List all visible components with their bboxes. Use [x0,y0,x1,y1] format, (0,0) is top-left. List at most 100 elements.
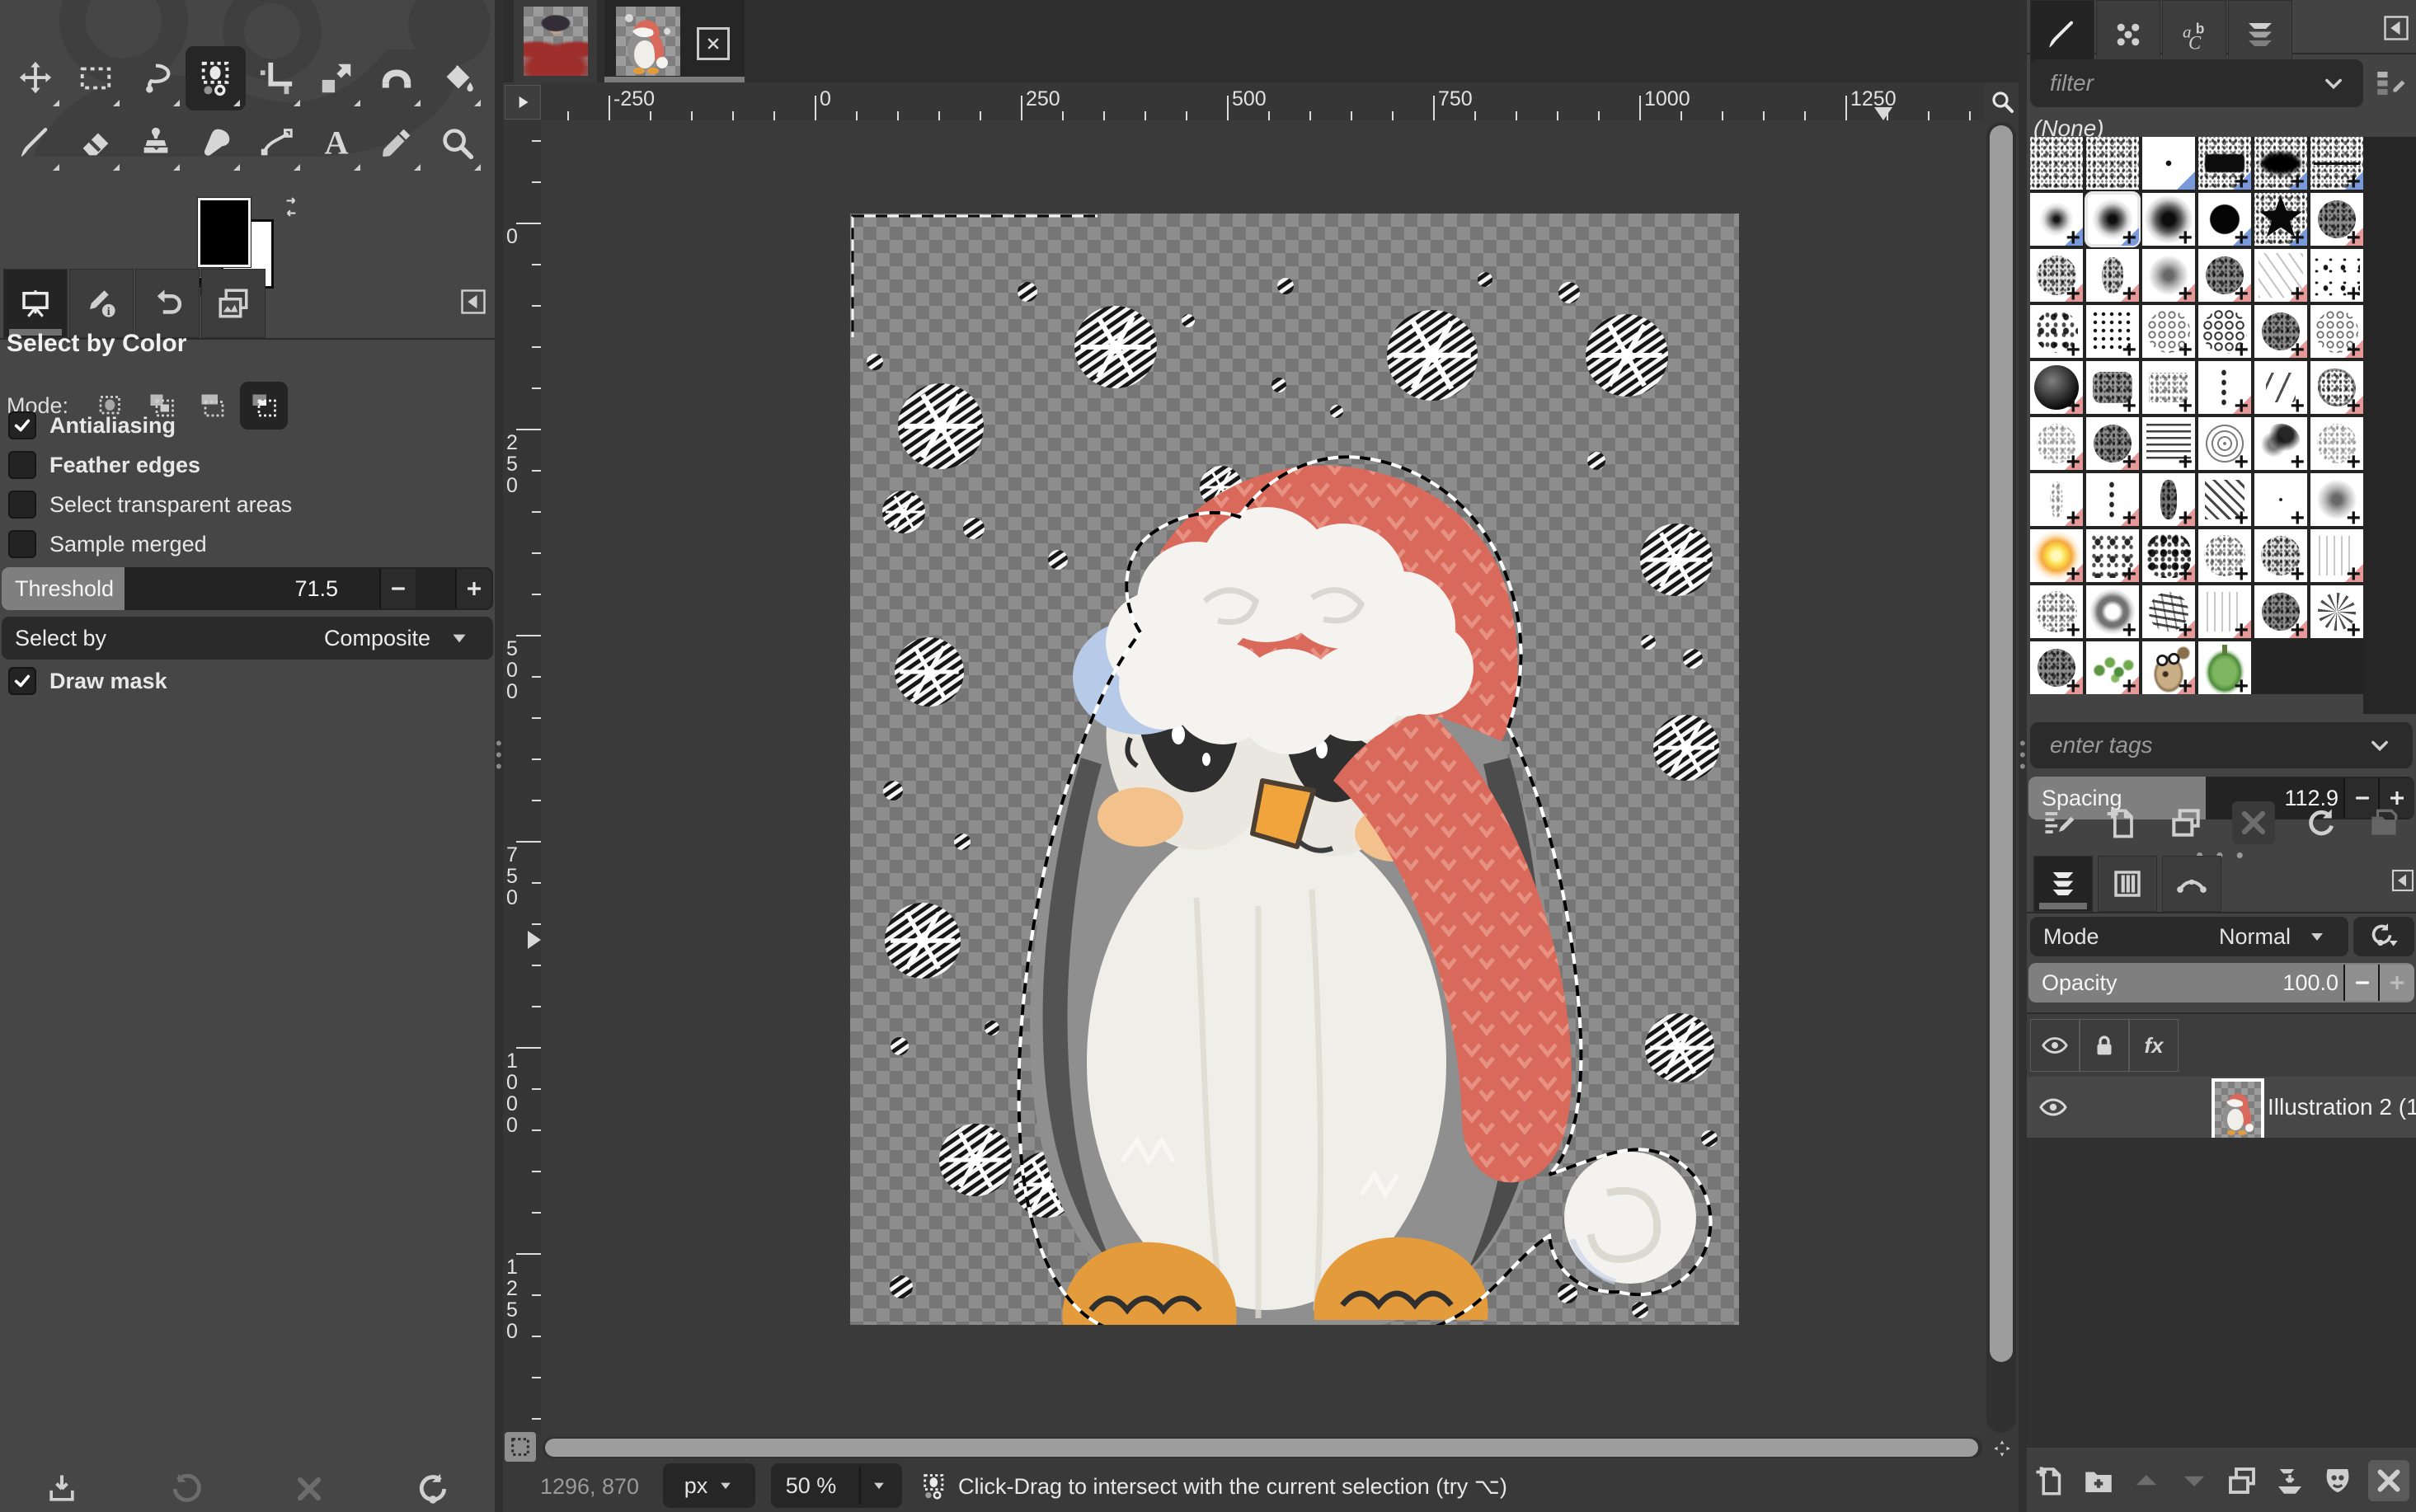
edit-brush-button[interactable] [2041,805,2077,841]
merge-down-button[interactable] [2273,1463,2307,1498]
tool-smudge[interactable] [186,110,246,175]
layer-mode-dropdown[interactable]: Mode Normal [2030,917,2348,956]
brush-cell[interactable]: + [2310,249,2363,302]
add-mask-button[interactable] [2320,1463,2355,1498]
brush-view-mode-icon[interactable] [2373,64,2408,102]
tool-unified-transform[interactable] [306,46,366,110]
image-tab-person[interactable] [514,0,597,82]
brush-cell[interactable]: + [2142,529,2195,582]
brush-cell[interactable]: + [2310,361,2363,414]
tool-paintbrush[interactable] [5,110,65,175]
tool-clone[interactable] [125,110,186,175]
brush-cell[interactable]: + [2030,305,2083,358]
layer-row[interactable]: Illustration 2 (1). [2027,1077,2416,1138]
brush-cell[interactable]: + [2142,585,2195,638]
brush-cell[interactable]: + [2198,137,2251,190]
dock-tab-undo-history[interactable] [135,269,200,338]
navigation-preview-button[interactable] [1986,1435,2019,1463]
brush-cell[interactable]: + [2142,417,2195,470]
swap-colors-icon[interactable] [280,196,302,218]
horizontal-scrollbar-thumb[interactable] [545,1439,1978,1457]
image-tab-penguin[interactable] [604,0,745,82]
brush-cell[interactable]: + [2310,417,2363,470]
brush-cell[interactable]: + [2142,473,2195,526]
tool-crop[interactable] [246,46,306,110]
opacity-increase-button[interactable] [2378,965,2414,1001]
new-doc-button[interactable] [2033,1463,2068,1498]
horizontal-scrollbar[interactable] [543,1437,1982,1458]
dock-tab-device-status[interactable]: i [69,269,134,338]
folder-plus-button[interactable] [2081,1463,2116,1498]
brush-cell[interactable]: + [2198,417,2251,470]
dock-tab-channels[interactable] [2098,856,2157,912]
brush-cell[interactable]: + [2254,473,2307,526]
reset-button[interactable] [415,1471,451,1507]
brush-cell[interactable] [2086,137,2139,190]
brush-cell[interactable] [2030,137,2083,190]
brush-cell[interactable]: + [2254,585,2307,638]
restore-button[interactable] [167,1471,204,1507]
new-doc-button[interactable] [2104,805,2141,841]
brush-cell[interactable]: + [2310,585,2363,638]
layer-mode-reset-button[interactable] [2353,917,2414,956]
checkbox-antialiasing[interactable]: Antialiasing [8,409,176,442]
brush-cell[interactable]: + [2086,641,2139,694]
vertical-scrollbar[interactable] [1986,122,2016,1433]
left-panel-splitter[interactable]: ••• [495,0,503,1512]
collapse-dock-icon[interactable] [2381,13,2411,43]
brush-cell-selected[interactable]: + [2086,193,2139,246]
brush-cell[interactable] [2142,137,2195,190]
brush-cell[interactable]: + [2142,193,2195,246]
layer-thumbnail[interactable] [2212,1078,2264,1141]
opacity-decrease-button[interactable] [2343,965,2380,1001]
brush-cell[interactable]: + [2086,585,2139,638]
canvas-viewport[interactable] [541,120,1984,1435]
brush-cell[interactable]: + [2310,473,2363,526]
tool-eraser[interactable] [65,110,125,175]
vertical-ruler[interactable]: 025050075010001250 [503,120,542,1435]
unit-dropdown[interactable]: px [663,1463,755,1508]
brush-cell[interactable]: + [2198,249,2251,302]
brush-cell[interactable]: + [2030,585,2083,638]
brush-cell[interactable]: + [2310,193,2363,246]
brush-cell[interactable]: + [2086,417,2139,470]
up-button[interactable] [2129,1463,2164,1498]
checkbox-sample-merged[interactable]: Sample merged [8,528,207,561]
brush-cell[interactable]: + [2198,529,2251,582]
brush-cell[interactable]: + [2142,249,2195,302]
brush-cell[interactable]: + [2086,529,2139,582]
brush-cell[interactable]: + [2030,361,2083,414]
brush-cell[interactable]: + [2142,361,2195,414]
save-preset-button[interactable] [44,1471,80,1507]
threshold-decrease-button[interactable] [379,569,416,608]
brush-cell[interactable]: + [2030,417,2083,470]
brush-cell[interactable]: + [2142,641,2195,694]
refresh-button[interactable] [2302,805,2338,841]
tool-bucket-fill[interactable] [426,46,486,110]
right-panel-splitter[interactable]: ••• [2019,0,2027,1512]
vertical-scrollbar-thumb[interactable] [1990,125,2013,1362]
draw-mask-checkbox[interactable]: Draw mask [8,664,167,697]
visibility-column-header[interactable] [2030,1019,2080,1072]
brush-cell[interactable]: + [2310,305,2363,358]
brush-cell[interactable]: + [2310,137,2363,190]
tool-zoom[interactable] [426,110,486,175]
brush-cell[interactable]: + [2030,473,2083,526]
checkbox-feather-edges[interactable]: Feather edges [8,448,200,481]
brush-cell[interactable]: + [2142,305,2195,358]
brush-cell[interactable]: + [2254,305,2307,358]
opacity-slider[interactable]: Opacity 100.0 [2028,963,2414,1003]
dock-tab-images[interactable] [201,269,266,338]
dock-tab-tool-options[interactable] [3,269,68,338]
brush-cell[interactable]: + [2254,249,2307,302]
select-by-dropdown[interactable]: Select by Composite [2,617,493,660]
mode-intersect-button[interactable] [240,382,288,430]
image-canvas[interactable] [850,214,1739,1325]
brush-cell[interactable]: + [2310,529,2363,582]
lock-column-header[interactable] [2080,1019,2129,1072]
brush-cell[interactable]: + [2198,361,2251,414]
checkbox-select-transparent-areas[interactable]: Select transparent areas [8,488,292,521]
ruler-menu-button[interactable] [505,85,541,120]
collapse-dock-icon[interactable] [2390,867,2416,894]
brush-cell[interactable]: + [2030,193,2083,246]
